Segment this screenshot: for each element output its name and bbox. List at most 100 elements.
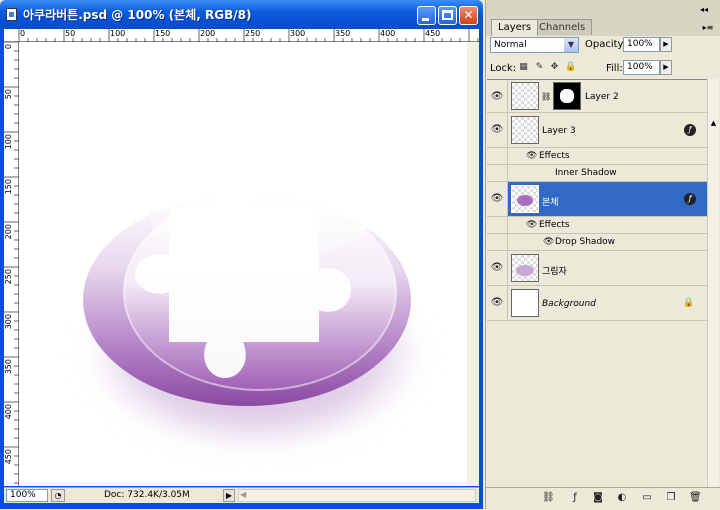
status-bar: 100% ◔ Doc: 732.4K/3.05M ▶ ◀	[4, 487, 479, 503]
visibility-column	[487, 148, 508, 164]
window-title: 아쿠라버튼.psd @ 100% (본체, RGB/8)	[23, 8, 252, 22]
fx-icon[interactable]: ƒ	[684, 124, 696, 136]
panel-menu-icon[interactable]: ▸≡	[700, 23, 716, 35]
layer-mask-thumbnail[interactable]	[553, 82, 581, 110]
eye-icon[interactable]: 👁	[490, 125, 504, 135]
ruler-label: 450	[4, 449, 13, 465]
lock-position-icon[interactable]: ✥	[549, 62, 560, 73]
fx-icon[interactable]: ƒ	[684, 193, 696, 205]
chevron-down-icon[interactable]: ▼	[564, 38, 578, 52]
maximize-button[interactable]	[438, 6, 457, 25]
effect-name: Inner Shadow	[555, 168, 617, 178]
thumbnail-button-shape	[517, 195, 533, 206]
aqua-button-artwork	[73, 176, 437, 458]
panel-collapse-icon[interactable]: ◂◂	[696, 5, 712, 17]
tab-channels[interactable]: Channels	[532, 19, 593, 35]
effects-label: Effects	[539, 220, 570, 230]
fill-field[interactable]: 100%	[623, 60, 660, 75]
status-options-button[interactable]: ◔	[51, 489, 65, 502]
layer-thumbnail	[511, 289, 539, 317]
layers-scrollbar[interactable]: ▲	[707, 79, 719, 487]
horizontal-ruler[interactable]: 0 50 100 150 200 250 300 350 400 450	[4, 29, 479, 42]
title-bar[interactable]: 아쿠라버튼.psd @ 100% (본체, RGB/8) ✕	[0, 0, 483, 29]
ruler-label: 200	[4, 224, 13, 240]
visibility-column	[487, 165, 508, 181]
eye-icon[interactable]: 👁	[490, 92, 504, 102]
fill-slider-arrow[interactable]: ▶	[660, 60, 672, 75]
horizontal-scrollbar[interactable]: ◀	[238, 489, 476, 502]
eye-icon[interactable]: 👁	[490, 194, 504, 204]
eye-icon[interactable]: 👁	[543, 237, 554, 247]
eye-icon[interactable]: 👁	[490, 298, 504, 308]
gloss-highlight	[150, 186, 370, 258]
ruler-label: 50	[65, 29, 76, 38]
zoom-field[interactable]: 100%	[6, 489, 48, 502]
link-layers-icon[interactable]: ⛓	[542, 492, 555, 504]
ruler-ticks	[18, 29, 479, 42]
close-button[interactable]: ✕	[459, 6, 478, 25]
layer-row-shadow[interactable]: 👁 그림자	[487, 251, 707, 286]
layer-row-layer-3[interactable]: 👁 Layer 3 ƒ	[487, 113, 707, 148]
ruler-label: 50	[4, 89, 13, 100]
effects-row[interactable]: 👁 Effects	[487, 217, 707, 234]
effect-row-inner-shadow[interactable]: Inner Shadow	[487, 165, 707, 182]
tab-layers[interactable]: Layers	[491, 19, 539, 36]
opacity-slider-arrow[interactable]: ▶	[660, 37, 672, 52]
layer-thumbnail	[511, 185, 539, 213]
vertical-scrollbar[interactable]	[467, 42, 479, 486]
layer-name: 그림자	[542, 267, 567, 277]
link-icon[interactable]: ⛓	[541, 92, 551, 101]
vertical-ruler[interactable]: 0 50 100 150 200 250 300 350 400 450	[4, 42, 19, 486]
add-layer-style-icon[interactable]: ƒ	[569, 492, 581, 504]
mask-shape	[560, 89, 574, 103]
document-canvas[interactable]	[19, 42, 467, 486]
layers-panel: ◂◂ Layers Channels ▸≡ Normal ▼ Opacity: …	[485, 0, 720, 510]
ruler-label: 250	[245, 29, 261, 38]
effects-row[interactable]: 👁 Effects	[487, 148, 707, 165]
blend-mode-select[interactable]: Normal ▼	[490, 37, 579, 53]
ruler-label: 300	[290, 29, 306, 38]
ruler-label: 300	[4, 314, 13, 330]
visibility-column	[487, 234, 508, 250]
lock-transparency-icon[interactable]: ▦	[518, 62, 529, 73]
ruler-label: 450	[425, 29, 441, 38]
photoshop-document-icon	[6, 8, 17, 21]
ruler-label: 100	[4, 134, 13, 150]
new-adjustment-layer-icon[interactable]: ◐	[616, 492, 628, 504]
ruler-label: 200	[200, 29, 216, 38]
opacity-label: Opacity:	[585, 39, 627, 50]
maximize-icon	[442, 10, 453, 20]
new-layer-icon[interactable]: ❐	[665, 492, 677, 504]
ruler-label: 400	[380, 29, 396, 38]
delete-layer-icon[interactable]: 🗑	[689, 492, 702, 504]
layers-panel-toolbar: ⛓ ƒ ◙ ◐ ▭ ❐ 🗑	[486, 487, 720, 510]
layer-row-body[interactable]: 👁 본체 ƒ	[487, 182, 707, 217]
layers-list: 👁 ⛓ Layer 2 👁 Layer 3 ƒ 👁 Effects Inner …	[487, 79, 707, 488]
blend-mode-value: Normal	[494, 40, 527, 50]
scroll-left-icon[interactable]: ◀	[240, 490, 246, 499]
ruler-label: 350	[4, 359, 13, 375]
ruler-label: 150	[4, 179, 13, 195]
lock-all-icon[interactable]: 🔒	[565, 62, 576, 73]
layer-name: Background	[542, 299, 596, 309]
effect-name: Drop Shadow	[555, 237, 616, 247]
document-size: Doc: 732.4K/3.05M	[104, 490, 190, 500]
ruler-label: 100	[110, 29, 126, 38]
status-menu-arrow[interactable]: ▶	[223, 489, 235, 502]
eye-icon[interactable]: 👁	[526, 151, 537, 161]
layer-thumbnail	[511, 116, 539, 144]
ruler-label: 150	[155, 29, 171, 38]
opacity-field[interactable]: 100%	[623, 37, 660, 52]
eye-icon[interactable]: 👁	[526, 220, 537, 230]
new-group-icon[interactable]: ▭	[641, 492, 653, 504]
eye-icon[interactable]: 👁	[490, 263, 504, 273]
minimize-button[interactable]	[417, 6, 436, 25]
minimize-icon	[422, 18, 429, 21]
scroll-up-icon[interactable]: ▲	[708, 119, 719, 127]
layer-row-layer-2[interactable]: 👁 ⛓ Layer 2	[487, 80, 707, 113]
layer-row-background[interactable]: 👁 Background 🔒	[487, 286, 707, 321]
add-mask-icon[interactable]: ◙	[592, 492, 604, 504]
layer-name: 본체	[542, 198, 559, 208]
lock-image-icon[interactable]: ✎	[534, 62, 545, 73]
effect-row-drop-shadow[interactable]: 👁 Drop Shadow	[487, 234, 707, 251]
